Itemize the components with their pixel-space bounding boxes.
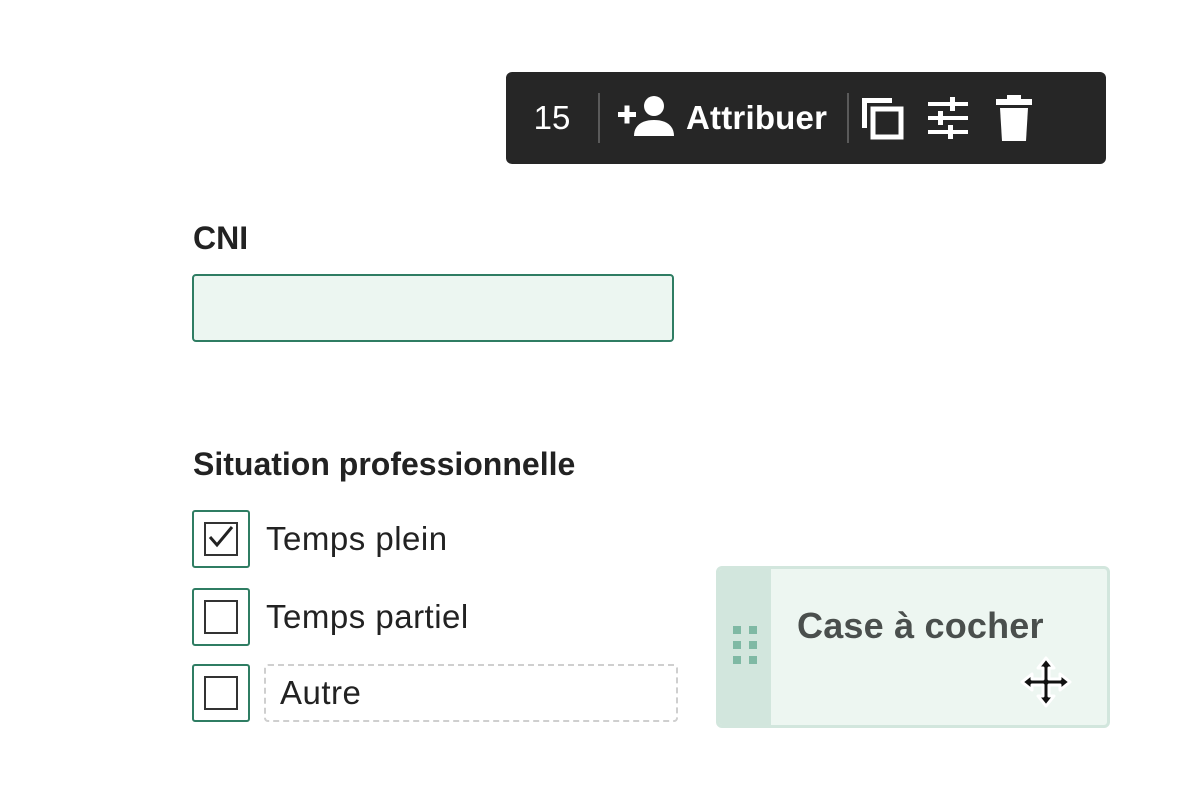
page-number: 15 [533, 99, 571, 136]
assign-label: Attribuer [686, 99, 828, 136]
duplicate-icon [858, 94, 906, 142]
option-label: Temps partiel [266, 598, 469, 635]
checkbox-part-time[interactable] [192, 588, 250, 646]
other-option-input[interactable]: Autre [264, 664, 678, 722]
trash-icon [996, 95, 1033, 141]
checkbox-box [204, 676, 238, 710]
move-cursor-icon [1020, 656, 1072, 713]
option-label: Temps plein [266, 520, 448, 557]
option-other: Autre [192, 664, 678, 722]
checkbox-other[interactable] [192, 664, 250, 722]
duplicate-button[interactable] [849, 72, 915, 164]
option-part-time: Temps partiel [192, 588, 469, 646]
checkbox-full-time[interactable] [192, 510, 250, 568]
settings-button[interactable] [915, 72, 981, 164]
checkmark-icon [208, 525, 234, 554]
user-plus-icon [618, 94, 676, 143]
option-full-time: Temps plein [192, 510, 448, 568]
field-toolbar: 15 Attribuer [506, 72, 1106, 164]
drag-handle[interactable] [719, 569, 771, 725]
checkbox-box [204, 600, 238, 634]
assign-button[interactable]: Attribuer [600, 72, 847, 164]
situation-label: Situation professionnelle [193, 446, 576, 482]
settings-sliders-icon [926, 96, 970, 140]
cni-input[interactable] [192, 274, 674, 342]
checkbox-box [204, 522, 238, 556]
drag-dots-icon [733, 625, 757, 669]
cni-label: CNI [193, 220, 249, 256]
dragged-element-label: Case à cocher [797, 605, 1044, 646]
delete-button[interactable] [981, 72, 1047, 164]
